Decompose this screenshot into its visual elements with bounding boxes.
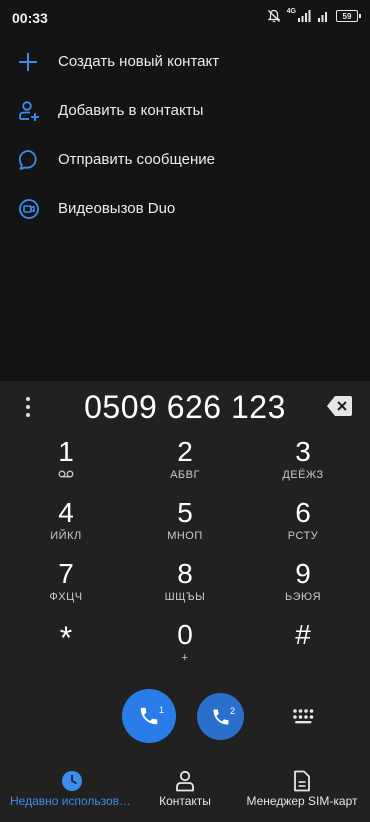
- number-row: 0509 626 123: [0, 381, 370, 433]
- send-message-action[interactable]: Отправить сообщение: [0, 135, 370, 184]
- dialed-number-display[interactable]: 0509 626 123: [50, 389, 320, 426]
- voicemail-icon: [58, 470, 74, 478]
- sim1-label: 1: [158, 705, 164, 715]
- tab-recents[interactable]: Недавно использованные: [10, 768, 134, 808]
- tab-label: Недавно использованные: [10, 794, 134, 808]
- dialer-actions-list: Создать новый контакт Добавить в контакт…: [0, 37, 370, 233]
- create-contact-action[interactable]: Создать новый контакт: [0, 37, 370, 86]
- dial-key-0[interactable]: 0 +: [126, 619, 244, 679]
- tab-label: Менеджер SIM-карт: [246, 794, 358, 808]
- bottom-navigation: Недавно использованные Контакты Менеджер…: [0, 760, 370, 822]
- status-time: 00:33: [12, 10, 48, 26]
- person-icon: [176, 770, 194, 792]
- dial-key-7[interactable]: 7 ФХЦЧ: [7, 558, 125, 618]
- dial-key-5[interactable]: 5 МНОП: [126, 497, 244, 557]
- call-sim2-button[interactable]: 2: [197, 693, 244, 740]
- dialpad-toggle-icon[interactable]: [292, 708, 314, 724]
- action-label: Добавить в контакты: [58, 102, 204, 119]
- dial-key-hash[interactable]: #: [244, 619, 362, 679]
- dial-key-star[interactable]: *: [7, 619, 125, 679]
- more-options-icon[interactable]: [18, 395, 38, 419]
- sim2-label: 2: [229, 706, 235, 716]
- action-label: Создать новый контакт: [58, 53, 220, 70]
- duo-video-icon: [19, 198, 39, 219]
- dialpad-panel: 0509 626 123 1 2 АБВГ 3 ДЕЁЖЗ 4 ИЙКЛ 5 М…: [0, 381, 370, 822]
- message-bubble-icon: [18, 149, 37, 170]
- phone-icon: [213, 709, 228, 724]
- call-sim1-button[interactable]: 1: [122, 689, 176, 743]
- dial-key-6[interactable]: 6 РСТУ: [244, 497, 362, 557]
- duo-video-call-action[interactable]: Видеовызов Duo: [0, 184, 370, 233]
- clock-icon: [62, 771, 82, 791]
- dial-key-4[interactable]: 4 ИЙКЛ: [7, 497, 125, 557]
- signal-icon-2: [318, 12, 327, 22]
- dial-key-9[interactable]: 9 ЬЭЮЯ: [244, 558, 362, 618]
- dial-key-3[interactable]: 3 ДЕЁЖЗ: [244, 436, 362, 496]
- call-buttons-row: 1 2: [0, 686, 370, 746]
- tab-contacts[interactable]: Контакты: [123, 768, 247, 808]
- status-bar: 00:33 4G 59: [0, 0, 370, 36]
- add-person-icon: [19, 100, 39, 121]
- tab-label: Контакты: [159, 794, 211, 808]
- action-label: Отправить сообщение: [58, 151, 216, 168]
- dial-key-8[interactable]: 8 ШЩЪЫ: [126, 558, 244, 618]
- sim-card-icon: [294, 770, 310, 792]
- battery-icon: 59: [336, 10, 361, 22]
- status-icons: 4G 59: [267, 7, 361, 23]
- battery-level: 59: [342, 11, 352, 21]
- plus-icon: [19, 52, 37, 71]
- add-to-contacts-action[interactable]: Добавить в контакты: [0, 86, 370, 135]
- bell-muted-icon: [267, 9, 281, 23]
- signal-icon: [298, 10, 311, 22]
- action-label: Видеовызов Duo: [58, 200, 176, 217]
- dial-key-1[interactable]: 1: [7, 436, 125, 496]
- tab-sim-manager[interactable]: Менеджер SIM-карт: [240, 768, 364, 808]
- backspace-icon[interactable]: [326, 394, 354, 418]
- network-type-label: 4G: [286, 7, 296, 15]
- dial-key-2[interactable]: 2 АБВГ: [126, 436, 244, 496]
- phone-icon: [140, 707, 158, 725]
